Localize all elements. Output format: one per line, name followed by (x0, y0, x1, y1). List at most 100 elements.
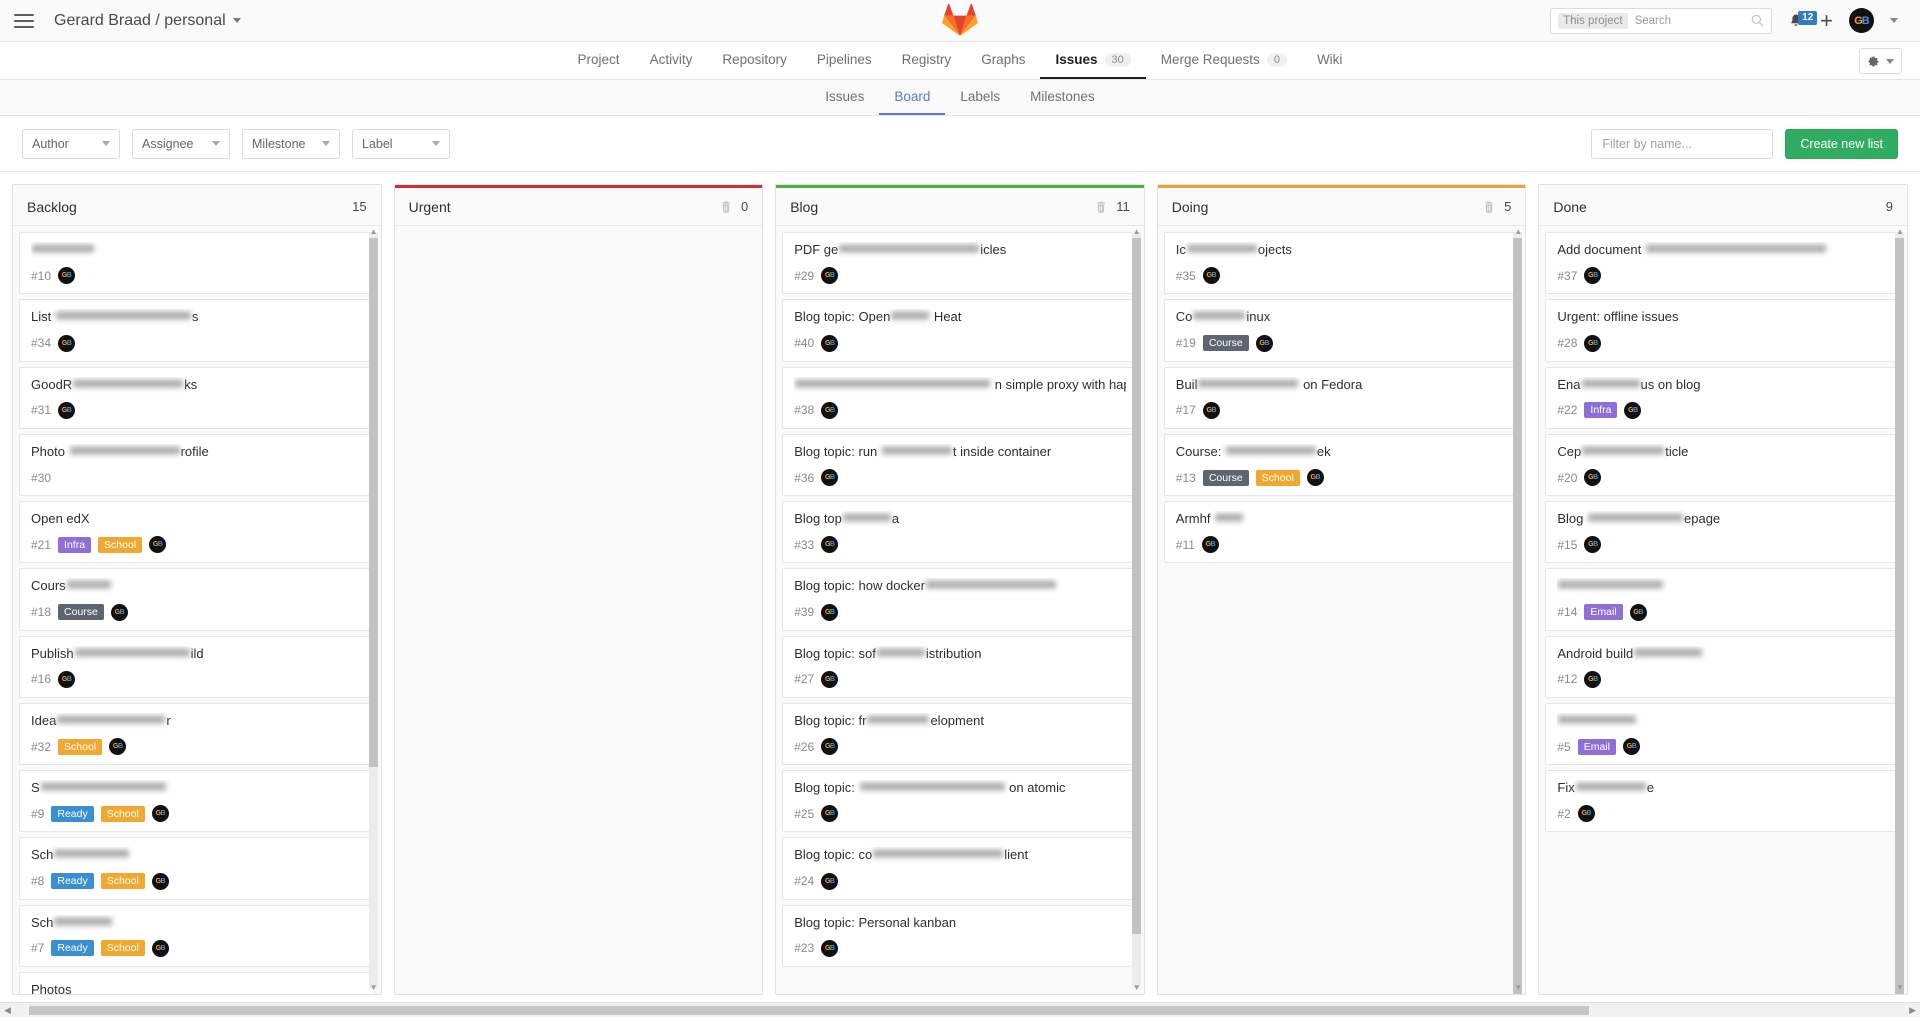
issue-card-title[interactable]: List s (31, 309, 363, 325)
tab-labels[interactable]: Labels (945, 80, 1015, 115)
issue-card[interactable]: Blog topic: fr elopment #26 G B (782, 702, 1138, 765)
issue-card[interactable]: Blog topic: Open Heat #40 G B (782, 299, 1138, 362)
settings-button[interactable] (1859, 48, 1902, 74)
column-vertical-scrollbar[interactable]: ▲ ▼ (1513, 228, 1523, 994)
issue-assignee-avatar[interactable]: GB (821, 334, 839, 352)
issue-assignee-avatar[interactable]: GB (1584, 536, 1602, 554)
nav-item-merge-requests[interactable]: Merge Requests 0 (1146, 42, 1302, 79)
issue-assignee-avatar[interactable]: GB (1306, 469, 1324, 486)
column-title[interactable]: Doing (1172, 199, 1209, 215)
issue-card[interactable]: Publish ild #16 G B (19, 635, 375, 698)
issue-label-email[interactable]: Email (1584, 604, 1623, 620)
hamburger-icon[interactable] (14, 13, 34, 28)
avatar[interactable]: GB (1849, 8, 1874, 33)
column-vertical-scrollbar[interactable]: ▲ ▼ (1131, 228, 1141, 992)
scroll-up-arrow-icon[interactable]: ▲ (1896, 228, 1904, 236)
issue-card[interactable]: Open edX #21 Infra School G B (19, 501, 375, 564)
trash-icon[interactable] (720, 200, 732, 213)
issue-assignee-avatar[interactable]: GB (110, 603, 128, 621)
issue-card[interactable]: Armhf #11 G B (1163, 501, 1520, 564)
issue-assignee-avatar[interactable]: GB (1623, 738, 1640, 755)
nav-item-registry[interactable]: Registry (887, 42, 967, 79)
issue-card[interactable]: #5 Email G B (1545, 702, 1901, 765)
notifications-button[interactable]: 12 (1788, 10, 1818, 29)
column-card-area[interactable] (395, 226, 763, 994)
issue-assignee-avatar[interactable]: GB (151, 939, 169, 957)
issue-card-title[interactable]: Buil on Fedora (1176, 377, 1508, 393)
column-title[interactable]: Backlog (27, 199, 77, 215)
issue-card-title[interactable]: n simple proxy with haproxy (794, 377, 1126, 393)
issue-label-school[interactable]: School (100, 873, 145, 889)
issue-assignee-avatar[interactable]: GB (1201, 536, 1219, 554)
issue-assignee-avatar[interactable]: GB (1255, 334, 1273, 352)
scroll-down-arrow-icon[interactable]: ▼ (1896, 984, 1904, 992)
issue-card[interactable]: PDF ge icles #29 G B (782, 232, 1138, 295)
issue-assignee-avatar[interactable]: GB (1624, 401, 1642, 419)
issue-assignee-avatar[interactable]: GB (821, 401, 839, 419)
issue-card-title[interactable]: Android build (1557, 646, 1889, 662)
issue-label-ready[interactable]: Ready (51, 805, 94, 822)
issue-assignee-avatar[interactable]: GB (821, 536, 839, 554)
tab-board[interactable]: Board (879, 80, 946, 115)
scrollbar-thumb[interactable] (1894, 238, 1904, 994)
assignee-filter-dropdown[interactable]: Assignee (132, 128, 230, 159)
issue-card-title[interactable]: Sch (31, 915, 363, 931)
issue-label-school[interactable]: School (1255, 469, 1300, 486)
issue-assignee-avatar[interactable]: GB (58, 401, 76, 419)
issue-card-title[interactable]: Open edX (31, 511, 363, 527)
issue-assignee-avatar[interactable]: GB (151, 872, 169, 890)
issue-card-title[interactable]: Cep ticle (1557, 444, 1889, 460)
issue-card[interactable]: Buil on Fedora #17 G B (1163, 366, 1520, 429)
issue-card[interactable]: Co inux #19 Course G B (1163, 299, 1520, 362)
filter-by-name-input[interactable] (1591, 128, 1774, 159)
search-input[interactable]: This project Search (1550, 7, 1773, 34)
nav-item-repository[interactable]: Repository (707, 42, 802, 79)
tab-issues[interactable]: Issues (810, 80, 879, 115)
nav-item-issues[interactable]: Issues 30 (1040, 42, 1146, 79)
issue-card-title[interactable]: Blog topic: on atomic (794, 780, 1126, 796)
issue-assignee-avatar[interactable]: GB (58, 670, 76, 688)
gitlab-logo[interactable] (942, 3, 978, 37)
issue-card[interactable]: S #9 Ready School G B (19, 770, 375, 833)
scroll-up-arrow-icon[interactable]: ▲ (1133, 228, 1141, 236)
column-vertical-scrollbar[interactable]: ▲ ▼ (1894, 228, 1904, 994)
issue-card[interactable]: Sch #8 Ready School G B (19, 837, 375, 900)
nav-item-pipelines[interactable]: Pipelines (802, 42, 887, 79)
issue-card-title[interactable]: Blog topic: how docker (794, 578, 1126, 594)
issue-card[interactable]: Blog topic: Personal kanban #23 G B (782, 904, 1138, 967)
trash-icon[interactable] (1095, 200, 1107, 213)
issue-label-school[interactable]: School (98, 536, 143, 553)
issue-assignee-avatar[interactable]: GB (1584, 469, 1602, 486)
issue-assignee-avatar[interactable]: GB (821, 939, 839, 957)
scroll-left-arrow-icon[interactable]: ◀ (0, 1005, 15, 1016)
breadcrumb[interactable]: Gerard Braad / personal (54, 12, 241, 30)
issue-assignee-avatar[interactable]: GB (1577, 805, 1595, 823)
user-menu-chevron-down-icon[interactable] (1890, 18, 1898, 23)
scroll-down-arrow-icon[interactable]: ▼ (1133, 984, 1141, 992)
issue-card-title[interactable]: Photo rofile (31, 444, 363, 460)
column-title[interactable]: Blog (790, 199, 818, 215)
column-title[interactable]: Done (1553, 199, 1586, 215)
issue-assignee-avatar[interactable]: GB (1584, 670, 1602, 688)
issue-card-title[interactable]: Armhf (1176, 511, 1508, 527)
issue-card-title[interactable] (1557, 578, 1889, 594)
issue-label-infra[interactable]: Infra (1584, 402, 1618, 419)
issue-card[interactable]: Course: ek #13 Course School G B (1163, 433, 1520, 496)
issue-assignee-avatar[interactable]: GB (58, 334, 76, 352)
issue-assignee-avatar[interactable]: GB (821, 738, 839, 755)
issue-assignee-avatar[interactable]: GB (821, 805, 839, 823)
issue-assignee-avatar[interactable]: GB (821, 872, 839, 890)
issue-assignee-avatar[interactable]: GB (151, 805, 169, 823)
issue-assignee-avatar[interactable]: GB (821, 670, 839, 688)
issue-card[interactable]: n simple proxy with haproxy #38 GB (782, 366, 1138, 429)
scroll-up-arrow-icon[interactable]: ▲ (370, 228, 378, 236)
issue-assignee-avatar[interactable]: GB (1202, 267, 1220, 285)
issue-card[interactable]: Blog topic: sof istribution #27 G B (782, 635, 1138, 698)
scroll-down-arrow-icon[interactable]: ▼ (370, 984, 378, 992)
nav-item-graphs[interactable]: Graphs (966, 42, 1040, 79)
issue-card[interactable]: Photo rofile #30 (19, 433, 375, 496)
issue-card[interactable]: GoodR ks #31 G B (19, 366, 375, 429)
label-filter-dropdown[interactable]: Label (352, 128, 450, 159)
issue-card-title[interactable]: Blog topic: fr elopment (794, 713, 1126, 729)
issue-card-title[interactable]: Photos (31, 982, 363, 994)
